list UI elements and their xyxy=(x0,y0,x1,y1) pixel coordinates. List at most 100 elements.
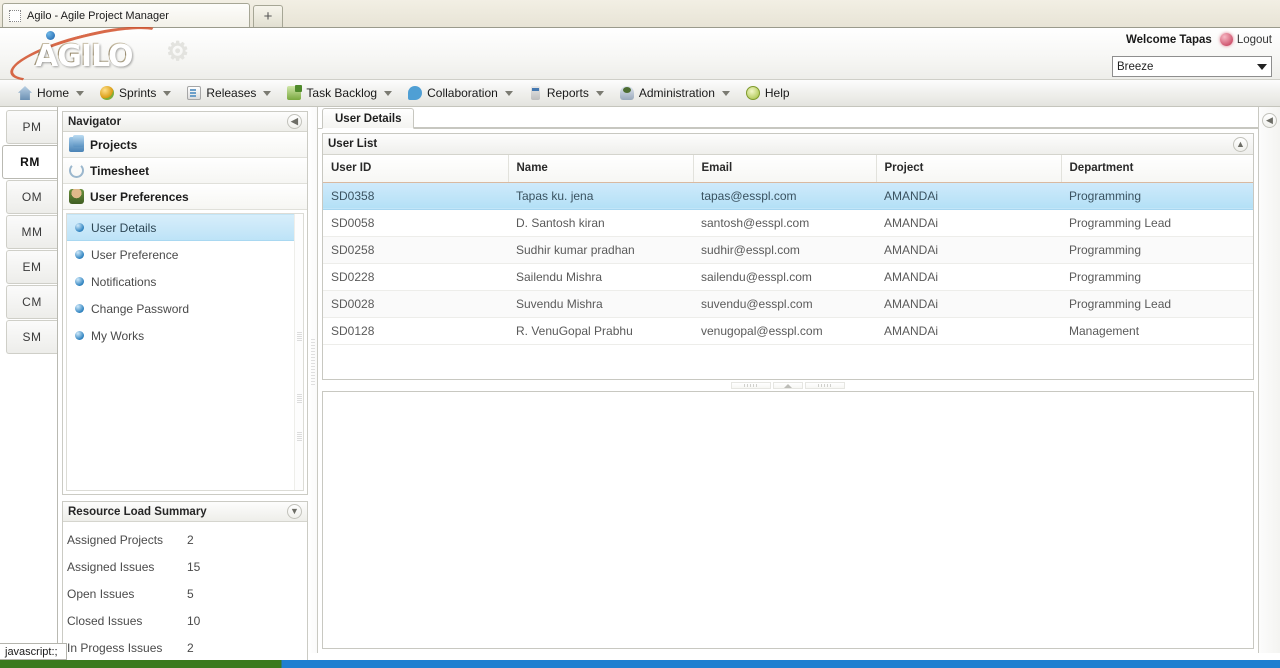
welcome-text: Welcome Tapas xyxy=(1126,34,1212,46)
summary-row: Assigned Projects 2 xyxy=(63,526,307,553)
nav-section-projects[interactable]: Projects xyxy=(63,132,307,158)
summary-row: In Progess Issues 2 xyxy=(63,634,307,661)
chevron-down-icon xyxy=(596,91,604,96)
menu-item-releases[interactable]: Releases xyxy=(179,80,279,107)
table-row[interactable]: SD0358 Tapas ku. jena tapas@esspl.com AM… xyxy=(323,182,1253,209)
table-header-row: User ID Name Email Project Department xyxy=(323,155,1253,182)
nav-section-timesheet[interactable]: Timesheet xyxy=(63,158,307,184)
browser-tab-title: Agilo - Agile Project Manager xyxy=(27,10,169,22)
chevron-down-icon xyxy=(163,91,171,96)
splitter-grip-right[interactable] xyxy=(805,382,845,389)
chevron-down-icon xyxy=(722,91,730,96)
scrollbar-grip[interactable] xyxy=(297,432,302,442)
navigator-list-scrollbar[interactable] xyxy=(294,214,303,490)
administration-icon xyxy=(620,86,634,100)
tab-user-details[interactable]: User Details xyxy=(322,108,414,129)
column-header-email[interactable]: Email xyxy=(693,155,876,182)
cell-department: Programming Lead xyxy=(1061,209,1253,236)
cell-email: venugopal@esspl.com xyxy=(693,317,876,344)
chevron-up-icon[interactable]: ▲ xyxy=(1233,137,1248,152)
table-row[interactable]: SD0028 Suvendu Mishra suvendu@esspl.com … xyxy=(323,290,1253,317)
bullet-icon xyxy=(75,277,84,286)
browser-tab[interactable]: Agilo - Agile Project Manager xyxy=(2,3,250,27)
new-tab-button[interactable]: + xyxy=(253,5,283,27)
summary-label: Closed Issues xyxy=(67,614,187,628)
nav-item-user-preference[interactable]: User Preference xyxy=(67,241,303,268)
cell-department: Programming Lead xyxy=(1061,290,1253,317)
nav-item-notifications[interactable]: Notifications xyxy=(67,268,303,295)
cell-department: Management xyxy=(1061,317,1253,344)
module-tab-pm[interactable]: PM xyxy=(6,110,57,144)
table-row[interactable]: SD0228 Sailendu Mishra sailendu@esspl.co… xyxy=(323,263,1253,290)
summary-value: 2 xyxy=(187,641,194,655)
menu-item-sprints[interactable]: Sprints xyxy=(92,80,179,107)
summary-label: Assigned Issues xyxy=(67,560,187,574)
module-tab-rm[interactable]: RM xyxy=(2,145,57,179)
chevron-left-icon[interactable]: ◀ xyxy=(287,114,302,129)
navigator-panel-header: Navigator ◀ xyxy=(63,112,307,132)
menu-label: Task Backlog xyxy=(306,86,377,100)
chevron-left-icon[interactable]: ◀ xyxy=(1262,113,1277,128)
agilo-logo[interactable]: AGILO ⚙ xyxy=(6,30,206,78)
splitter-grip[interactable] xyxy=(311,339,315,385)
chevron-down-icon xyxy=(1257,64,1267,70)
summary-row: Closed Issues 10 xyxy=(63,607,307,634)
right-collapse-rail: ◀ xyxy=(1258,107,1280,653)
module-tab-mm[interactable]: MM xyxy=(6,215,57,249)
chevron-down-icon[interactable]: ▼ xyxy=(287,504,302,519)
table-row[interactable]: SD0058 D. Santosh kiran santosh@esspl.co… xyxy=(323,209,1253,236)
menu-item-reports[interactable]: Reports xyxy=(521,80,612,107)
cell-email: sudhir@esspl.com xyxy=(693,236,876,263)
splitter-collapse-arrow-icon[interactable] xyxy=(773,382,803,389)
cell-project: AMANDAi xyxy=(876,263,1061,290)
cell-user-id: SD0358 xyxy=(323,182,508,209)
nav-item-my-works[interactable]: My Works xyxy=(67,322,303,349)
nav-item-change-password[interactable]: Change Password xyxy=(67,295,303,322)
cell-project: AMANDAi xyxy=(876,182,1061,209)
menu-item-administration[interactable]: Administration xyxy=(612,80,738,107)
column-header-department[interactable]: Department xyxy=(1061,155,1253,182)
module-tab-cm[interactable]: CM xyxy=(6,285,57,319)
content-column: User Details User List ▲ User ID Name xyxy=(318,107,1258,653)
bullet-icon xyxy=(75,250,84,259)
chevron-down-icon xyxy=(384,91,392,96)
cell-user-id: SD0058 xyxy=(323,209,508,236)
favicon-placeholder-icon xyxy=(9,10,21,22)
nav-section-user-preferences[interactable]: User Preferences xyxy=(63,184,307,210)
project-select-dropdown[interactable]: Breeze xyxy=(1112,56,1272,77)
logo-wordmark: AGILO xyxy=(34,38,132,73)
cell-user-id: SD0258 xyxy=(323,236,508,263)
menu-item-home[interactable]: Home xyxy=(10,80,92,107)
scrollbar-grip[interactable] xyxy=(297,332,302,342)
menu-label: Help xyxy=(765,86,790,100)
scrollbar-grip[interactable] xyxy=(297,394,302,404)
logout-link[interactable]: Logout xyxy=(1237,34,1272,46)
app-body: PM RM OM MM EM CM SM Navigator ◀ Project… xyxy=(0,107,1280,653)
menu-label: Sprints xyxy=(119,86,156,100)
summary-value: 15 xyxy=(187,560,200,574)
user-list-header: User List ▲ xyxy=(323,134,1253,155)
table-row[interactable]: SD0128 R. VenuGopal Prabhu venugopal@ess… xyxy=(323,317,1253,344)
nav-item-user-details[interactable]: User Details xyxy=(67,214,303,241)
navigator-title: Navigator xyxy=(68,116,121,128)
column-header-project[interactable]: Project xyxy=(876,155,1061,182)
chevron-down-icon xyxy=(263,91,271,96)
column-header-name[interactable]: Name xyxy=(508,155,693,182)
vertical-splitter[interactable] xyxy=(308,107,318,653)
menu-item-task-backlog[interactable]: Task Backlog xyxy=(279,80,400,107)
power-logout-icon[interactable] xyxy=(1220,33,1233,46)
user-preferences-icon xyxy=(69,189,84,204)
user-list-title: User List xyxy=(328,138,377,150)
cell-project: AMANDAi xyxy=(876,290,1061,317)
module-tab-sm[interactable]: SM xyxy=(6,320,57,354)
module-tab-om[interactable]: OM xyxy=(6,180,57,214)
module-tab-em[interactable]: EM xyxy=(6,250,57,284)
cell-user-id: SD0128 xyxy=(323,317,508,344)
column-header-user-id[interactable]: User ID xyxy=(323,155,508,182)
table-row[interactable]: SD0258 Sudhir kumar pradhan sudhir@esspl… xyxy=(323,236,1253,263)
menu-label: Reports xyxy=(547,86,589,100)
splitter-grip-left[interactable] xyxy=(731,382,771,389)
menu-item-collaboration[interactable]: Collaboration xyxy=(400,80,521,107)
menu-item-help[interactable]: Help xyxy=(738,80,798,107)
horizontal-splitter[interactable] xyxy=(322,380,1254,391)
